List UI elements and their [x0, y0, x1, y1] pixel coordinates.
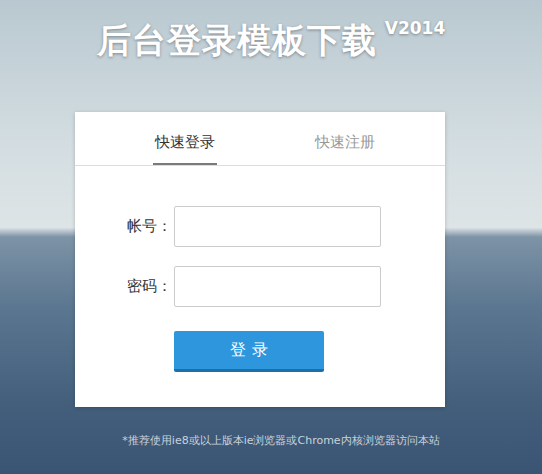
form-row: 帐号：: [75, 206, 445, 247]
password-input[interactable]: [174, 266, 381, 307]
version-badge: V2014: [385, 14, 445, 40]
login-card: 快速登录 快速注册帐号： 密码： 登 录: [75, 112, 445, 407]
tab[interactable]: 快速注册: [265, 112, 425, 165]
field-label: 密码：: [75, 277, 174, 296]
field-label: 帐号：: [75, 217, 174, 236]
page-header: 后台登录模板下载 V2014: [97, 14, 445, 70]
page-title: 后台登录模板下载: [97, 14, 377, 66]
browser-hint: *推荐使用ie8或以上版本ie浏览器或Chrome内核浏览器访问本站: [102, 433, 439, 448]
tab-label: 快速登录: [153, 132, 217, 165]
tab-label: 快速注册: [313, 132, 377, 165]
login-button[interactable]: 登 录: [174, 331, 324, 372]
tab[interactable]: 快速登录: [105, 112, 265, 165]
login-form: 帐号： 密码： 登 录: [75, 166, 445, 406]
login-page: 后台登录模板下载 V2014 快速登录 快速注册帐号： 密码： 登 录 *推荐使用ie8或以…: [0, 0, 542, 474]
form-row: 密码：: [75, 266, 445, 307]
tab-bar: 快速登录 快速注册: [75, 112, 445, 166]
account-input[interactable]: [174, 206, 381, 247]
